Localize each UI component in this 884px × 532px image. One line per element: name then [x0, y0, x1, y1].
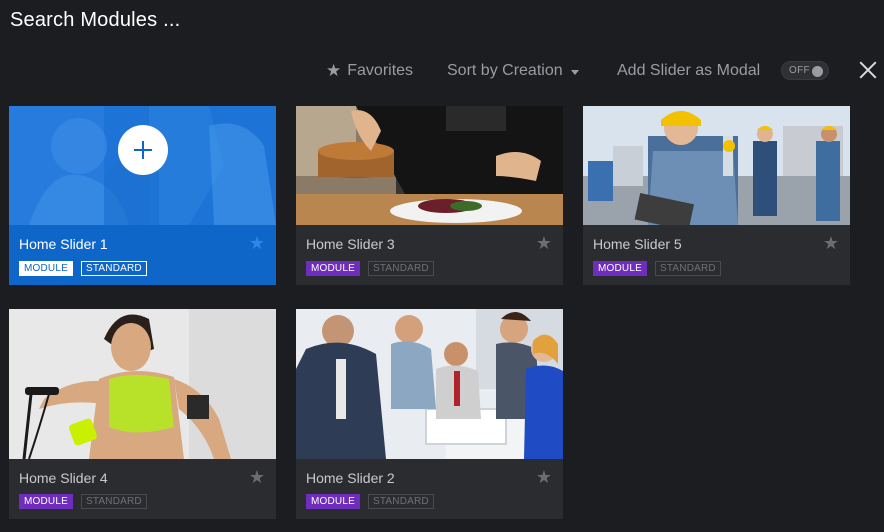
add-new-button[interactable] [118, 125, 168, 175]
module-tag: MODULE [19, 494, 73, 509]
standard-tag: STANDARD [80, 494, 147, 509]
module-card[interactable]: Home Slider 5 ★ MODULE STANDARD [583, 106, 850, 285]
standard-tag: STANDARD [367, 261, 434, 276]
favorite-star-icon[interactable]: ★ [249, 467, 265, 488]
module-tag: MODULE [306, 261, 360, 276]
caret-down-icon [570, 69, 579, 75]
favorite-star-icon[interactable]: ★ [249, 233, 265, 254]
page-title: Search Modules ... [10, 9, 181, 31]
module-card[interactable]: Home Slider 2 ★ [296, 309, 563, 519]
card-info: Home Slider 3 ★ MODULE STANDARD [296, 225, 563, 285]
toolbar: ★ Favorites Sort by Creation Add Slider … [0, 58, 884, 84]
card-title: Home Slider 5 [593, 236, 682, 252]
card-tags: MODULE STANDARD [19, 494, 147, 509]
sort-label: Sort by Creation [447, 62, 563, 79]
favorites-label: Favorites [347, 62, 414, 79]
modal-toggle[interactable]: OFF [781, 61, 829, 80]
standard-tag: STANDARD [367, 494, 434, 509]
card-info: Home Slider 4 ★ [9, 459, 276, 489]
module-thumbnail [9, 106, 276, 225]
star-icon: ★ [326, 61, 342, 80]
module-card[interactable]: Home Slider 1 ★ MODULE STANDARD [9, 106, 276, 285]
toggle-knob [812, 66, 823, 77]
module-card[interactable]: Home Slider 3 ★ MODULE STANDARD [296, 106, 563, 285]
module-card[interactable]: Home Slider 4 ★ [9, 309, 276, 519]
module-tag: MODULE [19, 261, 73, 276]
card-title: Home Slider 1 [19, 236, 108, 252]
card-info: Home Slider 5 ★ MODULE STANDARD [583, 225, 850, 285]
module-thumbnail [296, 309, 563, 459]
module-tag: MODULE [306, 494, 360, 509]
favorite-star-icon[interactable]: ★ [823, 233, 839, 254]
module-thumbnail [296, 106, 563, 225]
module-thumbnail [583, 106, 850, 225]
card-info: Home Slider 2 ★ [296, 459, 563, 489]
modal-label: Add Slider as Modal [617, 62, 761, 79]
module-thumbnail [9, 309, 276, 459]
favorite-star-icon[interactable]: ★ [536, 233, 552, 254]
favorites-filter[interactable]: ★ Favorites [326, 58, 413, 84]
favorite-star-icon[interactable]: ★ [536, 467, 552, 488]
card-title: Home Slider 2 [306, 470, 395, 486]
standard-tag: STANDARD [654, 261, 721, 276]
sort-dropdown[interactable]: Sort by Creation [447, 58, 579, 84]
card-title: Home Slider 4 [19, 470, 108, 486]
close-icon[interactable] [856, 58, 880, 82]
standard-tag: STANDARD [80, 261, 147, 276]
card-info: Home Slider 1 ★ MODULE STANDARD [9, 225, 276, 285]
module-tag: MODULE [593, 261, 647, 276]
card-tags: MODULE STANDARD [306, 494, 434, 509]
card-title: Home Slider 3 [306, 236, 395, 252]
toggle-state-label: OFF [789, 65, 810, 76]
